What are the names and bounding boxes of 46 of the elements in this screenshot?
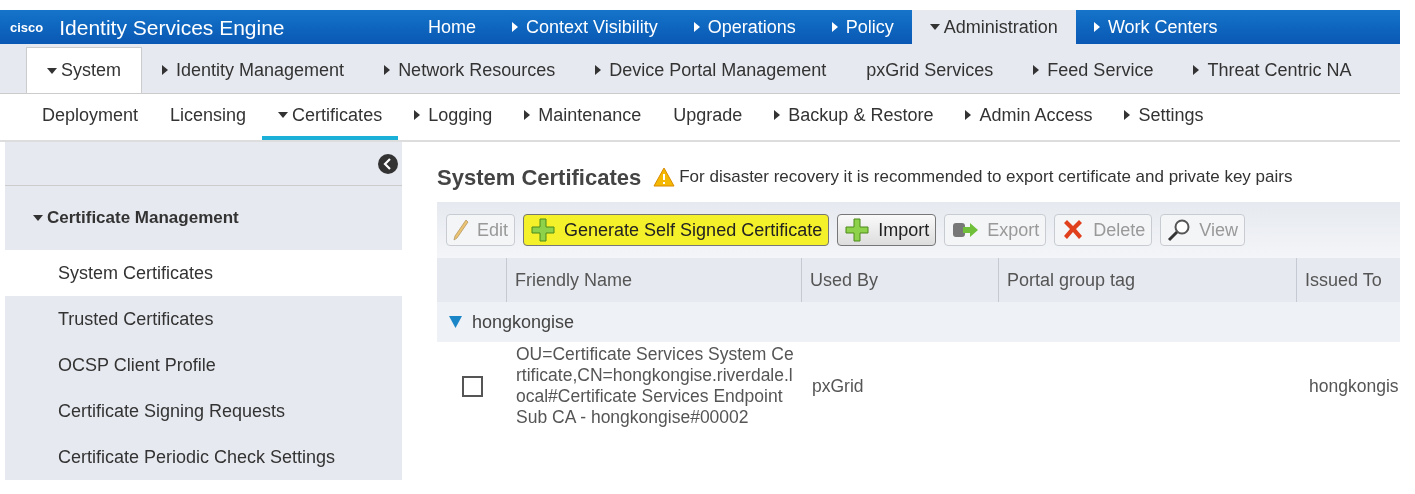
sidebar-item[interactable]: OCSP Client Profile bbox=[5, 342, 402, 388]
nav-tab[interactable]: Administration bbox=[911, 10, 1076, 44]
section-tab[interactable]: Settings bbox=[1108, 94, 1220, 140]
warning-message: For disaster recovery it is recommended to export certificate and private key pairs bbox=[679, 166, 1293, 189]
subnav-tab[interactable]: pxGrid Services bbox=[846, 47, 1014, 93]
warning-icon bbox=[653, 167, 676, 187]
plus-icon bbox=[530, 217, 557, 243]
toolbar-button[interactable]: Generate Self Signed Certificate bbox=[523, 214, 830, 246]
section-tab[interactable]: Logging bbox=[398, 94, 509, 140]
subnav-tab[interactable]: Device Portal Management bbox=[575, 47, 847, 93]
subnav-tab[interactable]: Feed Service bbox=[1013, 47, 1174, 93]
toolbar-button[interactable]: Import bbox=[837, 214, 937, 246]
section-tab[interactable]: Maintenance bbox=[508, 94, 658, 140]
section-tab[interactable]: Upgrade bbox=[657, 94, 759, 140]
table-cell: pxGrid bbox=[812, 375, 864, 397]
nav-tab[interactable]: Policy bbox=[813, 10, 912, 44]
table-cell-text: OU=Certificate Services System Certificate,CN=hongkongise.riverdale.local#Certificate Services Endpoint Sub CA - hongkongise#00002 bbox=[516, 344, 795, 428]
caret-down-icon bbox=[449, 316, 462, 328]
nav-tab[interactable]: Operations bbox=[675, 10, 814, 44]
sidebar-item[interactable]: System Certificates bbox=[5, 250, 402, 296]
sidebar-item[interactable]: Trusted Certificates bbox=[5, 296, 402, 342]
section-tab[interactable]: Licensing bbox=[154, 94, 263, 140]
section-tab[interactable]: Backup & Restore bbox=[758, 94, 950, 140]
table-cell: hongkongis bbox=[1309, 375, 1399, 397]
pencil-icon bbox=[453, 219, 469, 241]
section-tab[interactable]: Deployment bbox=[26, 94, 155, 140]
search-icon bbox=[1167, 218, 1192, 242]
page-title: System Certificates bbox=[437, 163, 642, 192]
plus-icon bbox=[844, 217, 871, 243]
nav-tab[interactable]: Context Visibility bbox=[494, 10, 676, 44]
subnav-tab[interactable]: Identity Management bbox=[142, 47, 365, 93]
sidebar-item[interactable]: Certificate Signing Requests bbox=[5, 388, 402, 434]
subnav-tab[interactable]: System bbox=[26, 47, 142, 93]
subnav-tab[interactable]: Threat Centric NA bbox=[1173, 47, 1372, 93]
product-title: Identity Services Engine bbox=[59, 16, 285, 38]
sidebar-section[interactable]: Certificate Management bbox=[5, 186, 402, 250]
group-row[interactable]: hongkongise bbox=[437, 302, 1400, 342]
logo: cisco bbox=[10, 20, 44, 34]
row-checkbox[interactable] bbox=[461, 375, 483, 397]
sidebar-item[interactable]: Certificate Periodic Check Settings bbox=[5, 434, 402, 480]
column-header[interactable]: Issued To bbox=[1297, 258, 1400, 302]
nav-tab[interactable]: Work Centers bbox=[1075, 10, 1236, 44]
subnav-tab[interactable]: Network Resources bbox=[364, 47, 576, 93]
nav-tab[interactable]: Home bbox=[410, 10, 494, 44]
collapse-icon[interactable] bbox=[378, 153, 398, 174]
section-tab[interactable]: Admin Access bbox=[949, 94, 1109, 140]
